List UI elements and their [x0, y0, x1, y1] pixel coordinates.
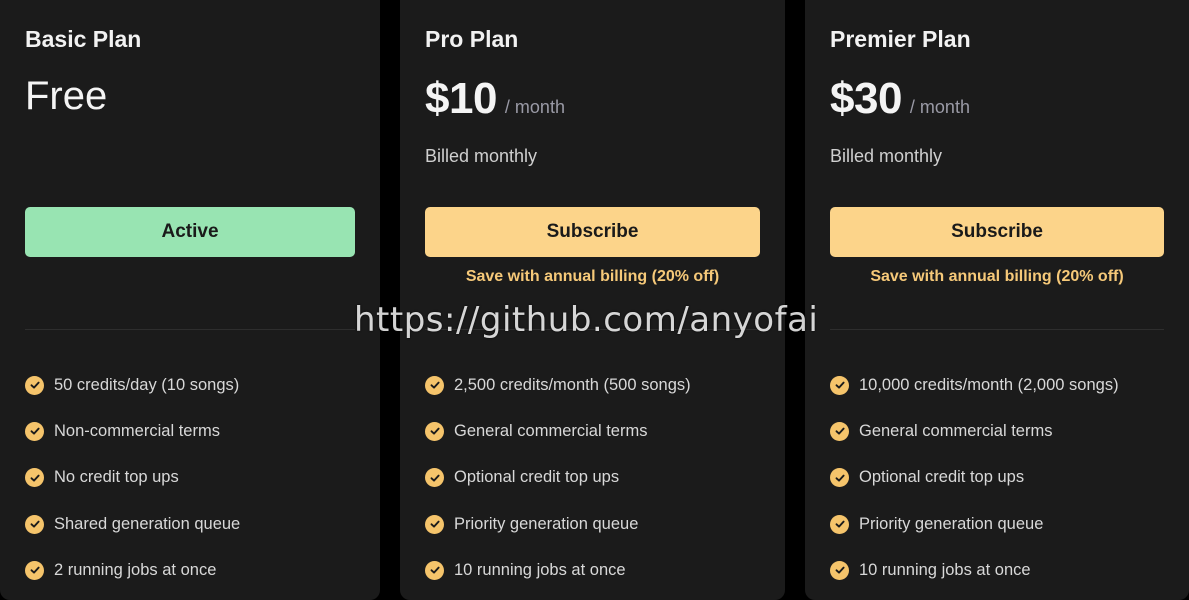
feature-text: 2 running jobs at once [54, 560, 217, 579]
plan-name: Basic Plan [25, 26, 142, 52]
divider [25, 329, 355, 330]
check-circle-icon [25, 421, 44, 441]
feature-text: 50 credits/day (10 songs) [54, 375, 240, 394]
feature-list: 2,500 credits/month (500 songs) General … [425, 362, 760, 593]
feature-item: 10 running jobs at once [425, 547, 760, 593]
check-circle-icon [830, 560, 849, 580]
check-circle-icon [830, 375, 849, 395]
check-circle-icon [425, 421, 444, 441]
price-row: Free [25, 74, 107, 119]
feature-item: General commercial terms [830, 408, 1164, 454]
feature-text: Priority generation queue [859, 514, 1044, 533]
plan-name: Premier Plan [830, 26, 971, 52]
feature-list: 10,000 credits/month (2,000 songs) Gener… [830, 362, 1164, 593]
subscribe-button[interactable]: Subscribe [830, 207, 1164, 257]
check-circle-icon [830, 514, 849, 534]
check-circle-icon [425, 560, 444, 580]
plan-price: Free [25, 74, 108, 118]
feature-text: 2,500 credits/month (500 songs) [454, 375, 691, 394]
feature-text: Non-commercial terms [54, 421, 220, 440]
check-circle-icon [25, 375, 44, 395]
feature-text: General commercial terms [859, 421, 1053, 440]
annual-billing-note: Save with annual billing (20% off) [870, 268, 1124, 285]
check-circle-icon [425, 375, 444, 395]
feature-text: Optional credit top ups [454, 468, 620, 487]
plan-price: $30 [830, 74, 902, 123]
feature-list: 50 credits/day (10 songs) Non-commercial… [25, 362, 355, 593]
feature-item: 2 running jobs at once [25, 547, 355, 593]
subscribe-button[interactable]: Subscribe [425, 207, 760, 257]
feature-item: 10 running jobs at once [830, 547, 1164, 593]
feature-text: 10,000 credits/month (2,000 songs) [859, 375, 1119, 394]
price-row: $10 / month [425, 74, 565, 124]
billing-cycle: Billed monthly [425, 146, 538, 166]
feature-text: Priority generation queue [454, 514, 639, 533]
feature-text: 10 running jobs at once [859, 560, 1031, 579]
feature-item: Optional credit top ups [425, 455, 760, 501]
active-button[interactable]: Active [25, 207, 355, 257]
feature-item: Priority generation queue [830, 501, 1164, 547]
price-period: / month [504, 97, 565, 117]
check-circle-icon [25, 468, 44, 488]
feature-item: 50 credits/day (10 songs) [25, 362, 355, 408]
watermark-text: https://github.com/anyofai [354, 300, 819, 340]
feature-item: Optional credit top ups [830, 455, 1164, 501]
annual-billing-note: Save with annual billing (20% off) [465, 268, 720, 285]
price-row: $30 / month [830, 74, 970, 124]
plan-name: Pro Plan [425, 26, 519, 52]
feature-item: 2,500 credits/month (500 songs) [425, 362, 760, 408]
feature-item: Non-commercial terms [25, 408, 355, 454]
feature-text: General commercial terms [454, 421, 648, 440]
feature-item: No credit top ups [25, 455, 355, 501]
check-circle-icon [830, 468, 849, 488]
feature-text: 10 running jobs at once [454, 560, 626, 579]
plan-card-basic: Basic Plan Free Active 50 credits/day (1… [0, 0, 380, 600]
feature-text: Optional credit top ups [859, 468, 1025, 487]
check-circle-icon [25, 514, 44, 534]
check-circle-icon [425, 514, 444, 534]
feature-item: 10,000 credits/month (2,000 songs) [830, 362, 1164, 408]
feature-item: Shared generation queue [25, 501, 355, 547]
billing-cycle: Billed monthly [830, 146, 943, 166]
check-circle-icon [25, 560, 44, 580]
plan-card-premier: Premier Plan $30 / month Billed monthly … [805, 0, 1189, 600]
feature-text: No credit top ups [54, 468, 179, 487]
price-period: / month [909, 97, 970, 117]
plan-price: $10 [425, 74, 497, 123]
feature-item: General commercial terms [425, 408, 760, 454]
feature-item: Priority generation queue [425, 501, 760, 547]
check-circle-icon [830, 421, 849, 441]
divider [830, 329, 1164, 330]
check-circle-icon [425, 468, 444, 488]
feature-text: Shared generation queue [54, 514, 241, 533]
